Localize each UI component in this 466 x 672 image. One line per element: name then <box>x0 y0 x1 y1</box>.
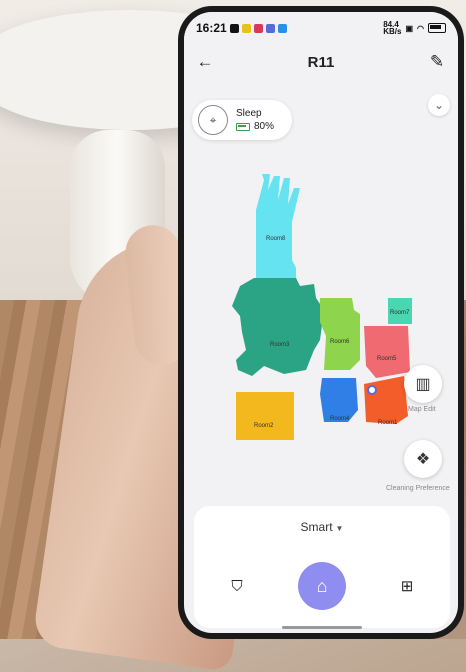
broom-icon: ⌂ <box>316 575 328 596</box>
home-indicator[interactable] <box>282 626 362 629</box>
floor-map: Room8 Room3 Room6 Room7 Room5 Room2 Room… <box>232 174 412 440</box>
mode-label: Smart <box>300 520 333 534</box>
page-title: R11 <box>307 53 335 71</box>
app-icon <box>277 23 287 33</box>
tiktok-icon <box>229 23 239 33</box>
map-area[interactable]: ⌖ Sleep 80% ⌄ Room8 Room3 Room6 Room7 Ro… <box>184 80 458 508</box>
suction-power-icon[interactable]: ⛉ <box>226 575 248 597</box>
cleaning-preference-button[interactable]: ❖ <box>404 440 442 478</box>
map-edit-button[interactable]: ▥ <box>404 365 442 403</box>
preference-icon: ❖ <box>415 451 431 468</box>
clock: 16:21 <box>196 21 227 35</box>
robot-status-card[interactable]: ⌖ Sleep 80% <box>192 100 292 140</box>
room-7-label: Room7 <box>390 310 410 316</box>
room-1 <box>364 376 408 424</box>
broom-icon: ⌖ <box>198 105 228 135</box>
room-4-label: Room4 <box>330 416 350 422</box>
battery-icon <box>236 122 250 131</box>
edit-pencil-icon[interactable]: ✎ <box>426 51 448 73</box>
mode-selector[interactable]: Smart ▼ <box>194 520 450 534</box>
status-bar: 16:21 84.4 KB/s ▣ ◠ <box>184 12 458 44</box>
top-bar: ← R11 ✎ <box>184 44 458 80</box>
sim-icon: ▣ <box>405 23 414 33</box>
more-grid-icon[interactable]: ⊞ <box>396 575 418 597</box>
room-3 <box>232 278 324 376</box>
battery-icon <box>428 23 446 33</box>
room-6 <box>320 298 360 370</box>
room-8 <box>256 174 300 278</box>
room-3-label: Room3 <box>270 342 290 348</box>
room-8-label: Room8 <box>266 236 286 242</box>
phone: 16:21 84.4 KB/s ▣ ◠ ← R11 ✎ ⌖ Sleep 80% … <box>178 6 464 639</box>
map-edit-label: Map Edit <box>408 406 436 413</box>
battery-level: 80% <box>254 121 275 132</box>
app-icon <box>241 23 251 33</box>
wifi-icon: ◠ <box>417 23 424 33</box>
room-6-label: Room6 <box>330 339 350 345</box>
start-cleaning-button[interactable]: ⌂ <box>298 562 346 610</box>
network-speed: 84.4 KB/s <box>383 20 402 36</box>
app-screen: 16:21 84.4 KB/s ▣ ◠ ← R11 ✎ ⌖ Sleep 80% … <box>184 12 458 633</box>
room-1-label: Room1 <box>378 420 398 426</box>
app-icon <box>265 23 275 33</box>
back-arrow-icon[interactable]: ← <box>194 51 216 73</box>
room-2-label: Room2 <box>254 423 274 429</box>
map-icon: ▥ <box>415 376 431 393</box>
caret-down-icon: ▼ <box>335 524 344 533</box>
robot-state: Sleep <box>236 108 262 119</box>
charging-dock-icon <box>367 385 377 395</box>
app-icon <box>253 23 263 33</box>
control-panel: Smart ▼ ⛉ ⌂ ⊞ <box>194 506 450 628</box>
room-5 <box>364 326 410 378</box>
room-5-label: Room5 <box>377 356 397 362</box>
room-2 <box>236 392 294 440</box>
chevron-down-icon[interactable]: ⌄ <box>428 94 450 116</box>
cleaning-preference-label: Cleaning Preference <box>386 485 450 492</box>
